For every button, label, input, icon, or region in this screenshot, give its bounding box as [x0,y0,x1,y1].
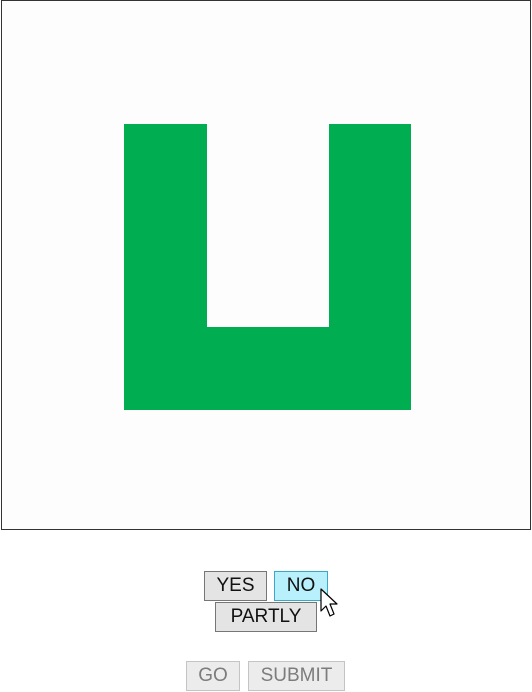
green-u-shape [124,124,411,410]
u-shape [124,124,411,410]
no-button[interactable]: NO [274,571,328,601]
partly-button[interactable]: PARTLY [215,602,317,632]
drawing-canvas [1,0,531,530]
submit-button[interactable]: SUBMIT [248,661,345,691]
yes-button[interactable]: YES [204,571,267,601]
go-button[interactable]: GO [186,661,240,691]
